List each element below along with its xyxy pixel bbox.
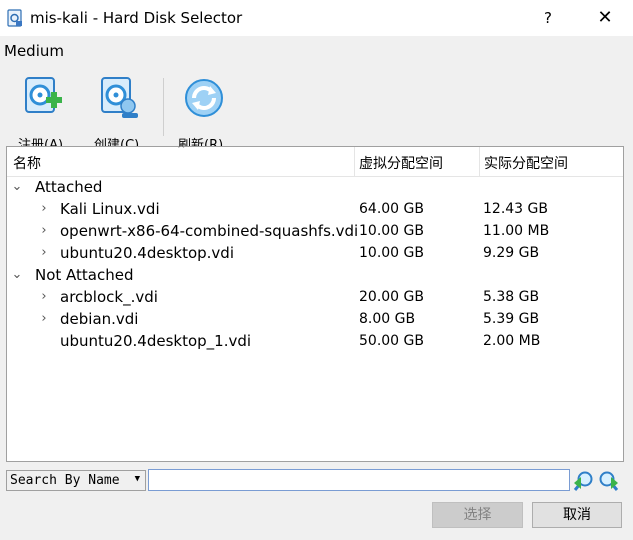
- expand-chevron-icon[interactable]: ›: [38, 223, 50, 238]
- help-button[interactable]: ?: [536, 6, 560, 30]
- toolbar: 注册(A) 创建(C) 刷新(R): [0, 62, 633, 153]
- column-header-virtual-size[interactable]: 虚拟分配空间: [359, 153, 443, 173]
- search-previous-icon[interactable]: [572, 470, 594, 492]
- toolbar-separator: [163, 78, 164, 136]
- window-title: mis-kali - Hard Disk Selector: [30, 9, 243, 27]
- actual-size: 9.29 GB: [483, 245, 540, 261]
- disk-name: arcblock_.vdi: [60, 288, 158, 306]
- dropdown-arrow-icon: ▼: [134, 474, 140, 484]
- table-row[interactable]: › ubuntu20.4desktop.vdi 10.00 GB 9.29 GB: [7, 243, 623, 265]
- collapse-chevron-icon[interactable]: ⌄: [11, 179, 23, 194]
- virtual-size: 10.00 GB: [359, 245, 424, 261]
- table-row[interactable]: ubuntu20.4desktop_1.vdi 50.00 GB 2.00 MB: [7, 331, 623, 353]
- collapse-chevron-icon[interactable]: ⌄: [11, 267, 23, 282]
- medium-section-label: Medium: [4, 42, 64, 60]
- virtual-size: 20.00 GB: [359, 289, 424, 305]
- disk-name: openwrt-x86-64-combined-squashfs.vdi: [60, 222, 359, 240]
- expand-chevron-icon[interactable]: ›: [38, 201, 50, 216]
- sort-indicator: ^: [177, 144, 186, 155]
- expand-chevron-icon[interactable]: ›: [38, 289, 50, 304]
- column-header-name[interactable]: 名称: [13, 153, 41, 173]
- title-bar: mis-kali - Hard Disk Selector ? ✕: [0, 0, 633, 36]
- close-button[interactable]: ✕: [592, 6, 618, 30]
- table-row[interactable]: › openwrt-x86-64-combined-squashfs.vdi 1…: [7, 221, 623, 243]
- virtual-size: 50.00 GB: [359, 333, 424, 349]
- virtualbox-app-icon: [7, 9, 22, 27]
- select-button[interactable]: 选择: [432, 502, 523, 528]
- actual-size: 5.38 GB: [483, 289, 540, 305]
- actual-size: 5.39 GB: [483, 311, 540, 327]
- disk-name: ubuntu20.4desktop.vdi: [60, 244, 234, 262]
- group-label: Not Attached: [35, 266, 134, 284]
- group-label: Attached: [35, 178, 103, 196]
- virtual-size: 64.00 GB: [359, 201, 424, 217]
- disk-name: debian.vdi: [60, 310, 139, 328]
- group-row-not-attached[interactable]: ⌄ Not Attached: [7, 265, 623, 287]
- virtual-size: 10.00 GB: [359, 223, 424, 239]
- actual-size: 12.43 GB: [483, 201, 548, 217]
- create-disk-icon: [101, 77, 138, 118]
- column-divider[interactable]: [354, 147, 355, 177]
- refresh-icon: [185, 79, 223, 117]
- actual-size: 2.00 MB: [483, 333, 541, 349]
- refresh-button[interactable]: 刷新(R): [170, 76, 234, 153]
- expand-chevron-icon[interactable]: ›: [38, 311, 50, 326]
- search-input[interactable]: [148, 469, 570, 491]
- search-bar: Search By Name ▼: [0, 468, 633, 494]
- create-disk-button[interactable]: 创建(C): [80, 76, 144, 153]
- virtual-size: 8.00 GB: [359, 311, 416, 327]
- search-mode-select[interactable]: Search By Name ▼: [6, 470, 146, 491]
- disk-name: ubuntu20.4desktop_1.vdi: [60, 332, 252, 350]
- tree-header: ^ 名称 虚拟分配空间 实际分配空间: [7, 144, 623, 177]
- add-disk-icon: [25, 77, 62, 113]
- add-disk-button[interactable]: 注册(A): [4, 76, 68, 153]
- table-row[interactable]: › debian.vdi 8.00 GB 5.39 GB: [7, 309, 623, 331]
- hard-disk-tree[interactable]: ^ 名称 虚拟分配空间 实际分配空间 ⌄ Attached › Kali Lin…: [6, 144, 624, 462]
- table-row[interactable]: › arcblock_.vdi 20.00 GB 5.38 GB: [7, 287, 623, 309]
- search-mode-label: Search By Name: [10, 473, 120, 488]
- cancel-button[interactable]: 取消: [532, 502, 622, 528]
- actual-size: 11.00 MB: [483, 223, 550, 239]
- group-row-attached[interactable]: ⌄ Attached: [7, 177, 623, 199]
- disk-name: Kali Linux.vdi: [60, 200, 160, 218]
- column-divider[interactable]: [479, 147, 480, 177]
- column-header-actual-size[interactable]: 实际分配空间: [484, 153, 568, 173]
- expand-chevron-icon[interactable]: ›: [38, 245, 50, 260]
- table-row[interactable]: › Kali Linux.vdi 64.00 GB 12.43 GB: [7, 199, 623, 221]
- search-next-icon[interactable]: [598, 470, 620, 492]
